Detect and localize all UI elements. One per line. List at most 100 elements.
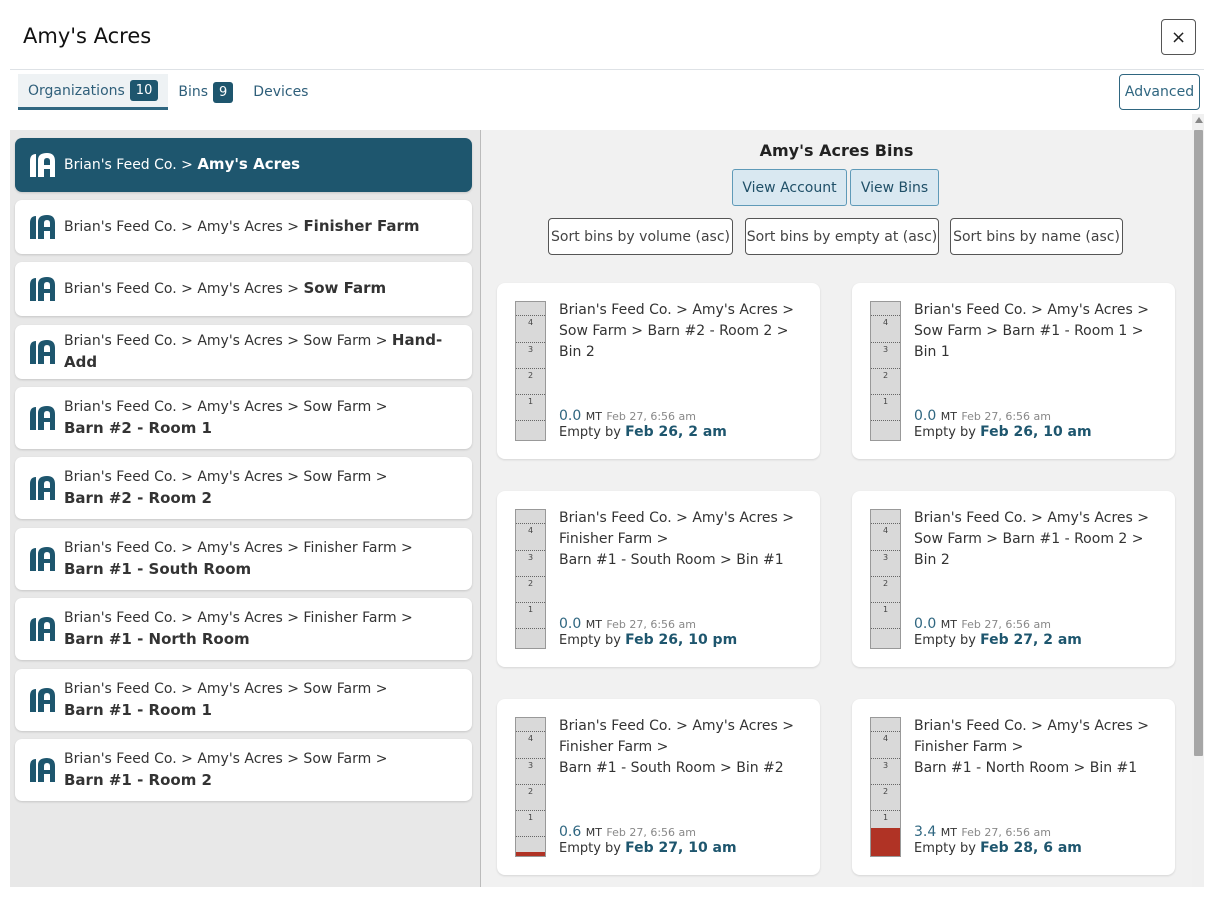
organization-path: Brian's Feed Co. > Amy's Acres > Sow Far…	[64, 749, 387, 792]
organization-item[interactable]: Brian's Feed Co. > Amy's Acres	[15, 138, 472, 192]
bin-amount: 0.6	[559, 824, 582, 840]
view-account-button[interactable]: View Account	[732, 169, 847, 206]
bin-empty-by: Empty by Feb 26, 10 am	[914, 424, 1092, 440]
organization-name: Amy's Acres	[197, 155, 301, 173]
bin-card[interactable]: 1 2 3 4 Brian's Feed Co. > Amy's Acres > Fini…	[497, 491, 820, 667]
organization-logo-icon	[28, 546, 58, 572]
bin-level-gauge: 1 2 3 4	[870, 301, 901, 441]
sort-by-volume-button[interactable]: Sort bins by volume (asc)	[548, 218, 733, 255]
bin-card[interactable]: 1 2 3 4 Brian's Feed Co. > Amy's Acres > Fini…	[852, 699, 1175, 875]
organization-breadcrumb: Brian's Feed Co. > Amy's Acres > Sow Far…	[64, 468, 388, 485]
tab-count-badge: 9	[213, 81, 234, 103]
organization-breadcrumb: Brian's Feed Co. > Amy's Acres > Sow Far…	[64, 680, 388, 697]
gauge-tick	[871, 731, 900, 732]
bin-path-line: Finisher Farm >	[914, 739, 1024, 755]
gauge-mark-label: 4	[882, 734, 889, 743]
bin-path: Brian's Feed Co. > Amy's Acres > Finisher…	[559, 716, 799, 779]
organization-item[interactable]: Brian's Feed Co. > Amy's Acres > Sow Far…	[15, 262, 472, 316]
gauge-mark-label: 2	[527, 371, 534, 380]
view-bins-button[interactable]: View Bins	[850, 169, 939, 206]
gauge-tick	[516, 342, 545, 343]
gauge-tick	[516, 784, 545, 785]
organization-logo-icon	[28, 757, 58, 783]
bin-level-gauge: 1 2 3 4	[870, 509, 901, 649]
empty-by-label: Empty by	[914, 841, 976, 856]
gauge-mark-label: 4	[527, 526, 534, 535]
gauge-mark-label: 2	[882, 371, 889, 380]
empty-by-date: Feb 26, 10 am	[980, 424, 1092, 440]
organization-breadcrumb: Brian's Feed Co. > Amy's Acres > Finishe…	[64, 539, 413, 556]
bin-reading: 0.0 MT Feb 27, 6:56 am	[914, 408, 1051, 424]
bin-path-line: Brian's Feed Co. > Amy's Acres >	[914, 510, 1149, 526]
organization-item[interactable]: Brian's Feed Co. > Amy's Acres > Sow Far…	[15, 387, 472, 449]
sort-by-empty-button[interactable]: Sort bins by empty at (asc)	[745, 218, 939, 255]
empty-by-label: Empty by	[914, 633, 976, 648]
gauge-mark-label: 1	[527, 605, 534, 614]
organization-item[interactable]: Brian's Feed Co. > Amy's Acres > Sow Far…	[15, 325, 472, 379]
gauge-mark-label: 3	[882, 345, 889, 354]
tab-bar: Organizations 10 Bins 9 Devices	[18, 74, 318, 110]
organization-item[interactable]: Brian's Feed Co. > Amy's Acres > Sow Far…	[15, 457, 472, 519]
gauge-tick	[871, 420, 900, 421]
gauge-tick	[871, 394, 900, 395]
organization-breadcrumb: Brian's Feed Co. > Amy's Acres > Finishe…	[64, 609, 413, 626]
bin-level-fill	[516, 852, 545, 856]
tab-organizations[interactable]: Organizations 10	[18, 74, 169, 110]
organization-name: Finisher Farm	[303, 217, 420, 235]
gauge-mark-label: 2	[527, 579, 534, 588]
tab-bins[interactable]: Bins 9	[168, 74, 243, 110]
bin-amount: 0.0	[559, 616, 582, 632]
bin-level-gauge: 1 2 3 4	[870, 717, 901, 857]
close-button[interactable]: ×	[1161, 19, 1196, 55]
bin-path-line: Sow Farm > Barn #1 - Room 2 >	[914, 531, 1144, 547]
bin-card[interactable]: 1 2 3 4 Brian's Feed Co. > Amy's Acres > Sow …	[852, 283, 1175, 459]
bin-card[interactable]: 1 2 3 4 Brian's Feed Co. > Amy's Acres > Fini…	[497, 699, 820, 875]
bin-path-line: Bin 1	[914, 344, 950, 360]
organization-logo-icon	[28, 687, 58, 713]
gauge-mark-label: 3	[882, 761, 889, 770]
organization-name: Sow Farm	[303, 279, 387, 297]
gauge-mark-label: 1	[882, 397, 889, 406]
gauge-tick	[871, 315, 900, 316]
organization-item[interactable]: Brian's Feed Co. > Amy's Acres > Sow Far…	[15, 739, 472, 801]
gauge-tick	[516, 576, 545, 577]
gauge-mark-label: 4	[882, 526, 889, 535]
organization-logo-icon	[28, 405, 58, 431]
bin-card[interactable]: 1 2 3 4 Brian's Feed Co. > Amy's Acres > Sow …	[852, 491, 1175, 667]
bin-amount: 0.0	[559, 408, 582, 424]
advanced-button[interactable]: Advanced	[1119, 74, 1200, 110]
bin-path-line: Barn #1 - South Room > Bin #2	[559, 760, 784, 776]
organization-name: Barn #2 - Room 2	[64, 488, 212, 507]
bin-unit: MT	[940, 410, 957, 423]
bin-path-line: Finisher Farm >	[559, 531, 669, 547]
sort-by-name-button[interactable]: Sort bins by name (asc)	[950, 218, 1123, 255]
tab-devices[interactable]: Devices	[243, 74, 318, 110]
tab-count-badge: 10	[129, 80, 159, 101]
scroll-up-arrow-icon[interactable]	[1195, 117, 1203, 123]
bin-reading: 0.0 MT Feb 27, 6:56 am	[559, 616, 696, 632]
tab-label: Organizations	[28, 82, 125, 99]
organization-breadcrumb: Brian's Feed Co. > Amy's Acres >	[64, 281, 304, 297]
bin-card[interactable]: 1 2 3 4 Brian's Feed Co. > Amy's Acres > Sow …	[497, 283, 820, 459]
bin-unit: MT	[585, 410, 602, 423]
gauge-tick	[516, 810, 545, 811]
organization-logo-icon	[28, 475, 58, 501]
organization-item[interactable]: Brian's Feed Co. > Amy's Acres > Finishe…	[15, 200, 472, 254]
bin-unit: MT	[940, 618, 957, 631]
organization-breadcrumb: Brian's Feed Co. > Amy's Acres > Sow Far…	[64, 398, 388, 415]
gauge-tick	[871, 550, 900, 551]
organization-item[interactable]: Brian's Feed Co. > Amy's Acres > Finishe…	[15, 528, 472, 590]
organization-name: Barn #1 - North Room	[64, 629, 250, 648]
bin-path: Brian's Feed Co. > Amy's Acres > Sow Farm…	[914, 508, 1154, 571]
scrollbar-thumb[interactable]	[1194, 130, 1203, 756]
gauge-mark-label: 2	[882, 787, 889, 796]
bin-empty-by: Empty by Feb 28, 6 am	[914, 840, 1082, 856]
gauge-tick	[516, 523, 545, 524]
bin-unit: MT	[585, 618, 602, 631]
bin-path-line: Brian's Feed Co. > Amy's Acres >	[914, 718, 1149, 734]
organization-item[interactable]: Brian's Feed Co. > Amy's Acres > Finishe…	[15, 598, 472, 660]
organization-item[interactable]: Brian's Feed Co. > Amy's Acres > Sow Far…	[15, 669, 472, 731]
close-icon: ×	[1170, 26, 1187, 48]
gauge-tick	[871, 342, 900, 343]
bin-path-line: Brian's Feed Co. > Amy's Acres >	[559, 718, 794, 734]
